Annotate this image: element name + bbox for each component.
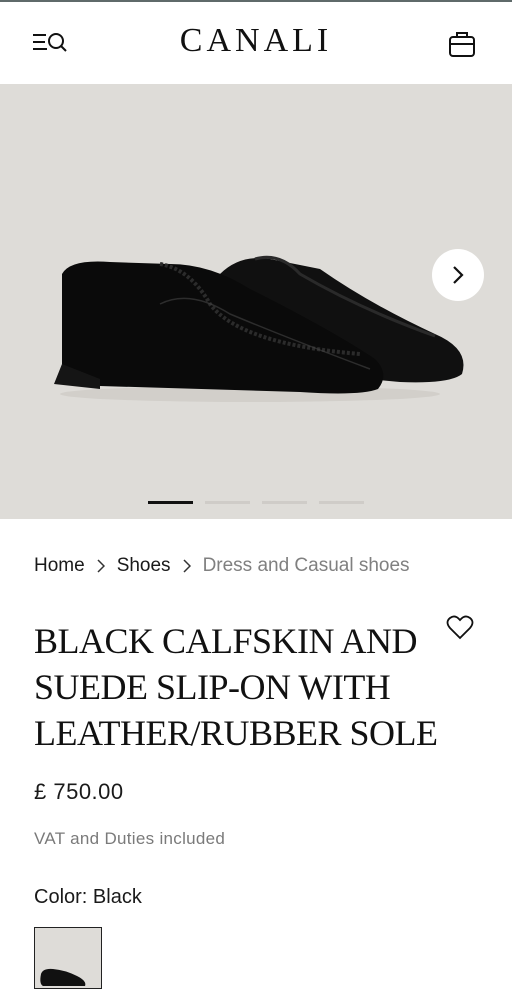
chevron-right-icon: [97, 559, 105, 573]
gallery-pagination: [148, 501, 364, 504]
product-image-gallery[interactable]: [0, 84, 512, 519]
color-label: Color: Black: [34, 886, 142, 908]
product-image: [54, 255, 464, 402]
pagination-dot-2[interactable]: [205, 501, 250, 504]
shopping-bag-button[interactable]: [447, 29, 477, 59]
vat-note: VAT and Duties included: [34, 829, 226, 848]
breadcrumb-home[interactable]: Home: [34, 555, 85, 577]
breadcrumb: Home Shoes Dress and Casual shoes: [34, 555, 410, 577]
breadcrumb-shoes[interactable]: Shoes: [117, 555, 171, 577]
color-swatch-black[interactable]: [34, 927, 102, 989]
next-slide-button[interactable]: [432, 249, 484, 301]
product-price: £ 750.00: [34, 779, 124, 804]
pagination-dot-1[interactable]: [148, 501, 193, 504]
shopping-bag-icon: [449, 32, 475, 57]
pagination-dot-4[interactable]: [319, 501, 364, 504]
chevron-right-icon: [453, 266, 464, 284]
wishlist-button[interactable]: [446, 614, 474, 642]
pagination-dot-3[interactable]: [262, 501, 307, 504]
heart-icon: [446, 615, 474, 640]
breadcrumb-current[interactable]: Dress and Casual shoes: [203, 555, 410, 577]
swatch-shoe-thumbnail: [40, 968, 86, 986]
product-title: BLACK CALFSKIN AND SUEDE SLIP-ON WITH LE…: [34, 621, 438, 753]
brand-logo[interactable]: CANALI: [0, 22, 512, 60]
chevron-right-icon: [183, 559, 191, 573]
site-header: CANALI: [0, 2, 512, 84]
